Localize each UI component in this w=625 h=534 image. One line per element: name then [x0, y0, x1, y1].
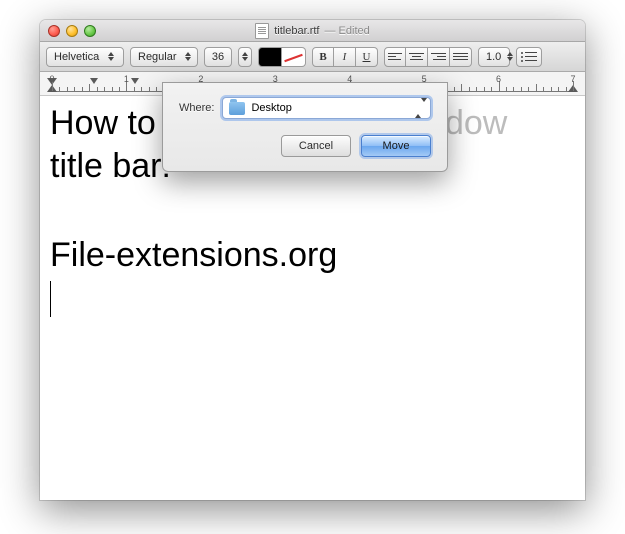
- chevron-up-icon: [242, 52, 248, 56]
- alignment-group: [384, 47, 472, 67]
- chevrons-icon: [183, 52, 193, 61]
- text-cursor: [50, 281, 51, 317]
- document-icon: [255, 23, 269, 39]
- line-spacing-value: 1.0: [486, 51, 501, 63]
- ruler-label: 0: [49, 74, 54, 84]
- color-group: [258, 47, 306, 67]
- chevrons-icon: [507, 52, 513, 61]
- doc-line1a: How to: [50, 104, 156, 142]
- cancel-button[interactable]: Cancel: [281, 135, 351, 157]
- window-title[interactable]: titlebar.rtf — Edited: [255, 23, 370, 39]
- where-popup[interactable]: Desktop: [222, 97, 431, 119]
- zoom-button[interactable]: [84, 25, 96, 37]
- style-group: B I U: [312, 47, 378, 67]
- traffic-lights: [48, 25, 96, 37]
- font-size-stepper[interactable]: [238, 47, 252, 67]
- minimize-button[interactable]: [66, 25, 78, 37]
- chevrons-icon: [415, 102, 427, 114]
- font-style-select[interactable]: Regular: [130, 47, 198, 67]
- where-value: Desktop: [251, 102, 291, 114]
- font-family-value: Helvetica: [54, 51, 99, 63]
- align-right-button[interactable]: [428, 47, 450, 67]
- folder-icon: [229, 102, 245, 115]
- align-center-button[interactable]: [406, 47, 428, 67]
- line-spacing-select[interactable]: 1.0: [478, 47, 510, 67]
- title-filename: titlebar.rtf: [274, 25, 319, 37]
- ruler-label: 7: [570, 74, 575, 84]
- font-style-value: Regular: [138, 51, 177, 63]
- list-style-button[interactable]: [516, 47, 542, 67]
- title-edited: — Edited: [325, 25, 370, 37]
- move-button[interactable]: Move: [361, 135, 431, 157]
- format-toolbar: Helvetica Regular 36 B I U: [40, 42, 585, 72]
- font-size-field[interactable]: 36: [204, 47, 232, 67]
- font-size-value: 36: [212, 51, 224, 63]
- chevrons-icon: [105, 52, 117, 61]
- bold-button[interactable]: B: [312, 47, 334, 67]
- close-button[interactable]: [48, 25, 60, 37]
- ruler-label: 1: [124, 74, 129, 84]
- textedit-window: titlebar.rtf — Edited Helvetica Regular …: [40, 20, 585, 500]
- underline-button[interactable]: U: [356, 47, 378, 67]
- align-justify-button[interactable]: [450, 47, 472, 67]
- font-family-select[interactable]: Helvetica: [46, 47, 124, 67]
- where-label: Where:: [179, 102, 214, 114]
- doc-line3: File-extensions.org: [50, 236, 575, 275]
- text-color-swatch[interactable]: [258, 47, 282, 67]
- italic-button[interactable]: I: [334, 47, 356, 67]
- titlebar: titlebar.rtf — Edited: [40, 20, 585, 42]
- ruler-label: 6: [496, 74, 501, 84]
- highlight-color-swatch[interactable]: [282, 47, 306, 67]
- move-sheet-dialog: Where: Desktop Cancel Move: [162, 82, 448, 172]
- chevron-down-icon: [242, 57, 248, 61]
- align-left-button[interactable]: [384, 47, 406, 67]
